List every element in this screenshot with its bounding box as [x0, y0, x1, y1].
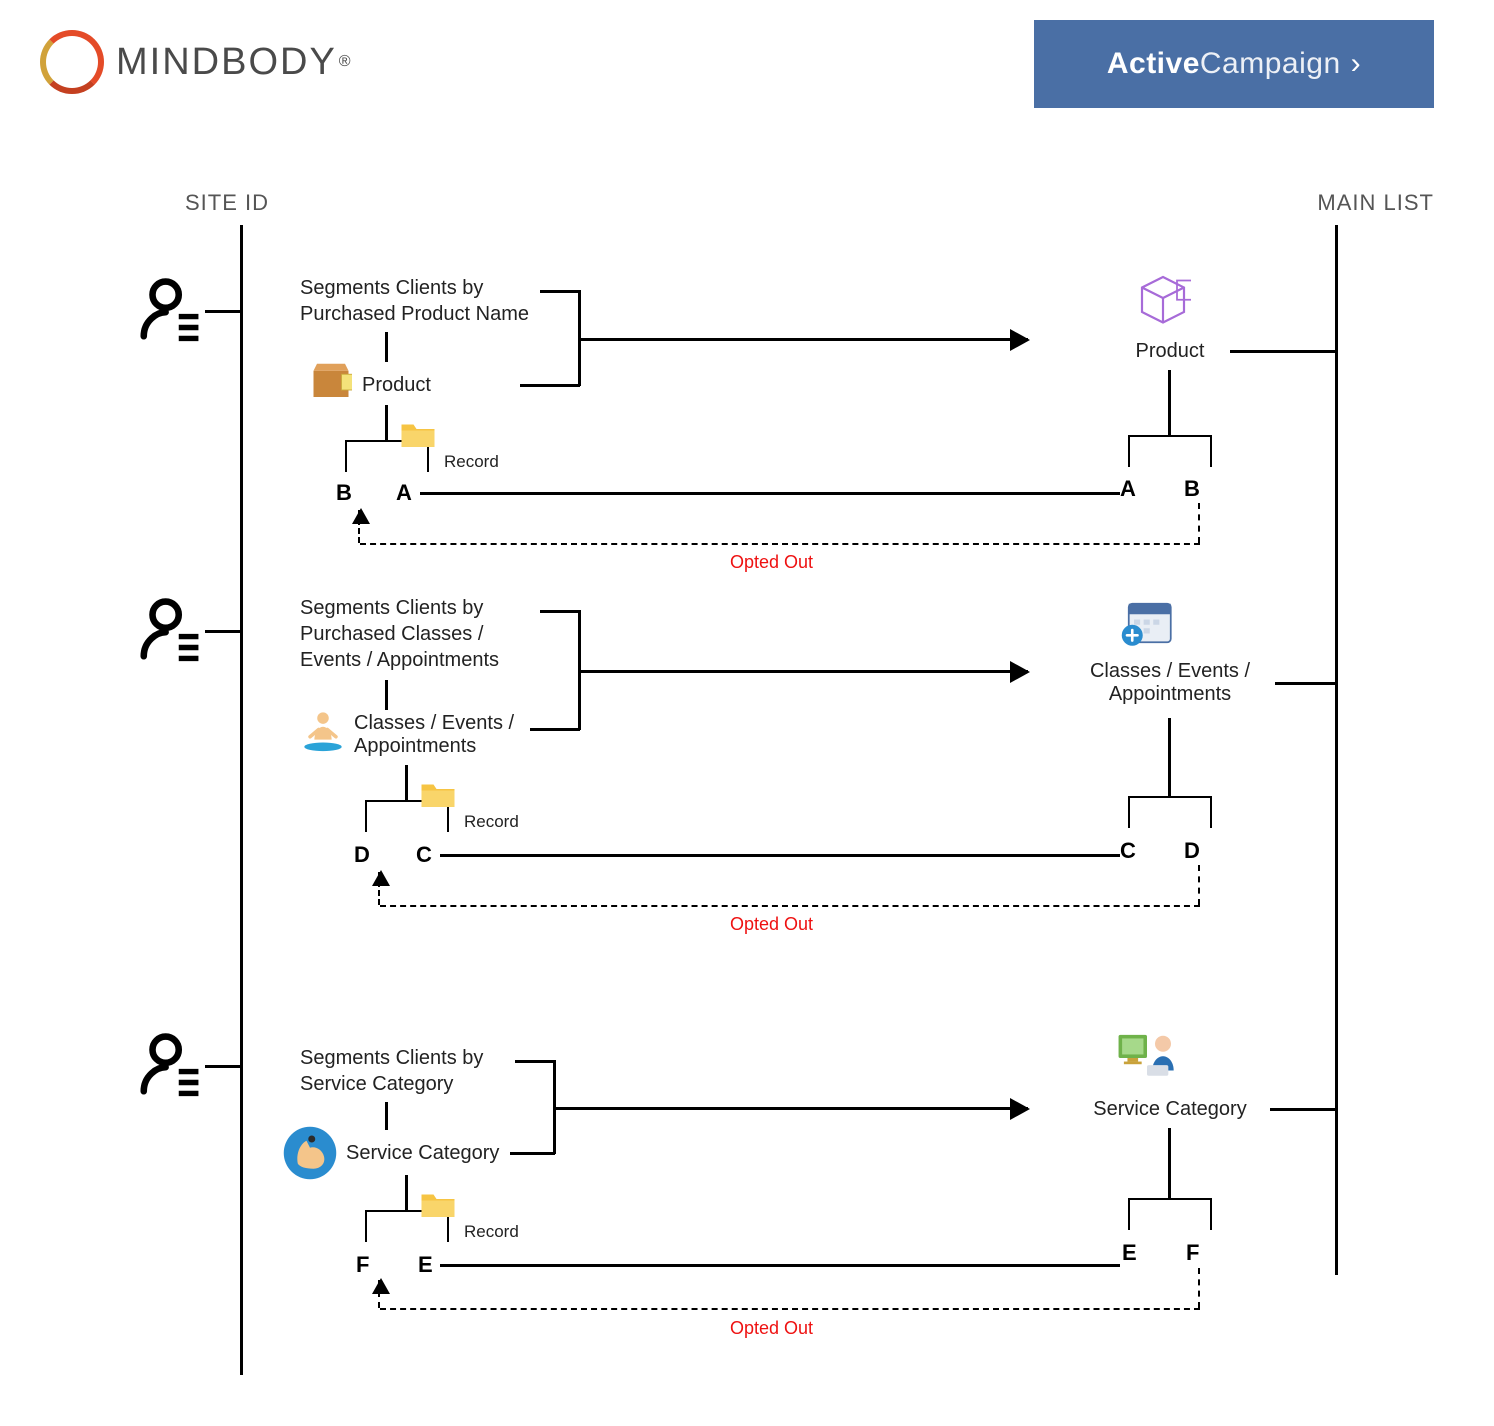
right-node-label: Service Category	[1070, 1098, 1270, 1121]
left-tag-b: C	[416, 842, 432, 868]
right-node-label: Product	[1110, 340, 1230, 363]
yoga-icon	[300, 708, 346, 759]
right-tag-a: E	[1122, 1240, 1137, 1266]
record-label: Record	[464, 812, 519, 832]
bracket	[1128, 796, 1212, 828]
connector	[405, 765, 408, 800]
connector	[205, 310, 240, 313]
connector	[420, 492, 1120, 495]
box-outline-icon	[1135, 270, 1191, 331]
connector	[1168, 718, 1171, 796]
right-column-label: MAIN LIST	[1317, 190, 1434, 216]
folder-icon	[400, 420, 436, 455]
arrow-up	[358, 510, 360, 543]
computer-user-icon	[1115, 1030, 1179, 1091]
connector	[440, 1264, 1120, 1267]
left-spine	[240, 225, 243, 1375]
left-node-label: Product	[362, 374, 431, 397]
person-icon	[135, 595, 205, 670]
calendar-plus-icon	[1120, 595, 1176, 656]
box-icon	[310, 362, 352, 409]
connector	[540, 610, 580, 613]
folder-icon	[420, 1190, 456, 1225]
segment-label: Segments Clients by Service Category	[300, 1045, 483, 1097]
ac-bold: Active	[1107, 47, 1200, 81]
arrow-right	[578, 338, 1028, 341]
connector	[385, 332, 388, 362]
left-node-label: Service Category	[346, 1142, 499, 1165]
left-tag-b: A	[396, 480, 412, 506]
person-icon	[135, 275, 205, 350]
arrow-up	[378, 1280, 380, 1308]
segment-label: Segments Clients by Purchased Product Na…	[300, 275, 529, 327]
dashed-connector	[380, 905, 1200, 907]
opted-out-label: Opted Out	[730, 914, 813, 935]
connector	[510, 1152, 555, 1155]
right-tag-b: D	[1184, 838, 1200, 864]
connector	[1230, 350, 1335, 353]
arrow-up	[378, 872, 380, 905]
connector	[1168, 1128, 1171, 1198]
connector	[530, 728, 580, 731]
record-label: Record	[464, 1222, 519, 1242]
right-tag-a: A	[1120, 476, 1136, 502]
connector	[205, 630, 240, 633]
right-tag-b: B	[1184, 476, 1200, 502]
ac-thin: Campaign	[1200, 47, 1341, 81]
arrow-right	[553, 1107, 1028, 1110]
segment-label: Segments Clients by Purchased Classes / …	[300, 595, 499, 673]
registered-mark: ®	[337, 53, 353, 71]
dashed-connector	[1198, 503, 1200, 543]
mindbody-wordmark: MINDBODY	[116, 41, 337, 84]
mindbody-logo: MINDBODY ®	[40, 30, 353, 94]
right-tag-a: C	[1120, 838, 1136, 864]
folder-icon	[420, 780, 456, 815]
chevron-right-icon: ›	[1351, 47, 1362, 81]
left-tag-a: D	[354, 842, 370, 868]
arrow-right	[578, 670, 1028, 673]
connector	[1168, 370, 1171, 435]
connector	[540, 290, 580, 293]
dashed-connector	[1198, 865, 1200, 905]
connector	[520, 384, 580, 387]
right-node-label: Classes / Events / Appointments	[1065, 660, 1275, 706]
bracket	[1128, 1198, 1212, 1230]
connector	[385, 1102, 388, 1130]
left-tag-a: B	[336, 480, 352, 506]
connector	[405, 1175, 408, 1210]
mindbody-ring-icon	[40, 30, 104, 94]
right-spine	[1335, 225, 1338, 1275]
muscle-arm-icon	[282, 1125, 338, 1186]
dashed-connector	[360, 543, 1200, 545]
bracket	[1128, 435, 1212, 467]
left-node-label: Classes / Events / Appointments	[354, 712, 514, 758]
connector	[440, 854, 1120, 857]
left-column-label: SITE ID	[185, 190, 269, 216]
dashed-connector	[1198, 1268, 1200, 1308]
activecampaign-logo: ActiveCampaign ›	[1034, 20, 1434, 108]
connector	[205, 1065, 240, 1068]
connector	[385, 680, 388, 710]
record-label: Record	[444, 452, 499, 472]
connector	[515, 1060, 555, 1063]
connector	[1270, 1108, 1335, 1111]
person-icon	[135, 1030, 205, 1105]
connector	[1275, 682, 1335, 685]
opted-out-label: Opted Out	[730, 1318, 813, 1339]
opted-out-label: Opted Out	[730, 552, 813, 573]
right-tag-b: F	[1186, 1240, 1199, 1266]
left-tag-b: E	[418, 1252, 433, 1278]
left-tag-a: F	[356, 1252, 369, 1278]
connector	[385, 405, 388, 440]
dashed-connector	[380, 1308, 1200, 1310]
